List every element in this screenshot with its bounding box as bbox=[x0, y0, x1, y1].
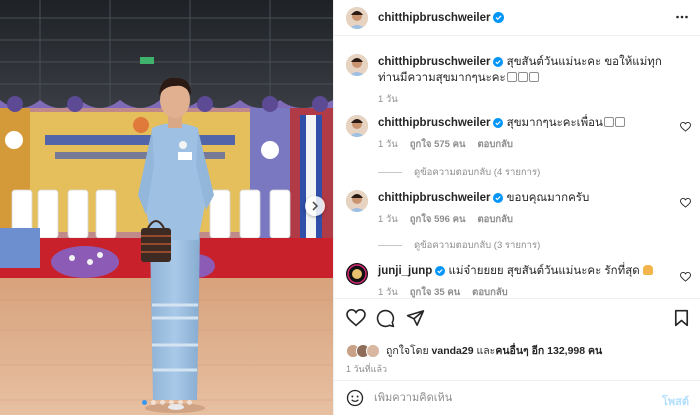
comment-username[interactable]: chitthipbruschweiler bbox=[378, 192, 490, 204]
view-replies-label: ดูข้อความตอบกลับ (4 รายการ) bbox=[414, 167, 541, 178]
comment-time: 1 วัน bbox=[378, 214, 398, 225]
comment-time: 1 วัน bbox=[378, 287, 398, 298]
view-replies-button[interactable]: ดูข้อความตอบกลับ (3 รายการ) bbox=[378, 238, 540, 253]
view-replies-label: ดูข้อความตอบกลับ (3 รายการ) bbox=[414, 240, 541, 251]
verified-icon bbox=[493, 57, 504, 67]
comment-text: ขอบคุณมากครับ bbox=[506, 192, 590, 204]
comment-username[interactable]: junji_junp bbox=[378, 265, 432, 277]
post-actions: ถูกใจโดย vanda29 และ คนอื่นๆ อีก 132,998 … bbox=[334, 298, 700, 380]
heart-icon[interactable] bbox=[680, 272, 691, 282]
post-header: chitthipbruschweiler bbox=[334, 0, 700, 36]
verified-icon bbox=[435, 266, 446, 276]
comment-likes[interactable]: ถูกใจ 596 คน bbox=[410, 212, 466, 228]
divider bbox=[378, 245, 402, 246]
view-replies-button[interactable]: ดูข้อความตอบกลับ (4 รายการ) bbox=[378, 165, 540, 180]
comment-time: 1 วัน bbox=[378, 94, 398, 105]
carousel-dot bbox=[141, 400, 147, 405]
heart-icon[interactable] bbox=[346, 309, 366, 327]
likes-others[interactable]: คนอื่นๆ อีก 132,998 คน bbox=[495, 342, 602, 359]
carousel-indicator bbox=[0, 400, 333, 405]
carousel-dot bbox=[150, 400, 156, 405]
commenter-avatar[interactable] bbox=[346, 190, 368, 212]
emoji-icon bbox=[614, 117, 625, 127]
likes-middle: และ bbox=[476, 345, 496, 357]
emoji-icon bbox=[603, 117, 614, 127]
post-panel: chitthipbruschweiler chitthipbruschweile… bbox=[333, 0, 700, 415]
emoji-icon bbox=[517, 72, 528, 82]
comment-likes[interactable]: ถูกใจ 575 คน bbox=[410, 137, 466, 153]
emoji-icon[interactable] bbox=[346, 389, 364, 407]
emoji-icon bbox=[528, 72, 539, 82]
commenter-avatar[interactable] bbox=[346, 263, 368, 285]
comment-icon[interactable] bbox=[376, 309, 395, 328]
verified-icon bbox=[493, 193, 504, 203]
carousel-dot bbox=[177, 400, 183, 405]
verified-icon bbox=[493, 118, 504, 128]
carousel-dot bbox=[168, 400, 174, 405]
chevron-right-icon bbox=[312, 201, 319, 211]
post-media[interactable] bbox=[0, 0, 333, 415]
more-icon[interactable] bbox=[675, 10, 689, 24]
carousel-dot bbox=[159, 400, 165, 405]
liker-username[interactable]: vanda29 bbox=[432, 345, 474, 357]
post-comment-button[interactable]: โพสต์ bbox=[662, 392, 689, 410]
likes-prefix: ถูกใจโดย bbox=[386, 345, 429, 357]
verified-icon bbox=[493, 12, 505, 23]
comments-list: chitthipbruschweiler สุขสันต์วันแม่นะคะ … bbox=[334, 36, 700, 298]
share-icon[interactable] bbox=[406, 309, 425, 327]
reply-button[interactable]: ตอบกลับ bbox=[477, 212, 513, 228]
comment-username[interactable]: chitthipbruschweiler bbox=[378, 117, 490, 129]
posted-time: 1 วันที่แล้ว bbox=[346, 364, 388, 374]
carousel-dot bbox=[186, 400, 192, 405]
likes-summary[interactable]: ถูกใจโดย vanda29 และ คนอื่นๆ อีก 132,998 … bbox=[346, 342, 602, 359]
divider bbox=[378, 172, 402, 173]
bookmark-icon[interactable] bbox=[674, 309, 689, 327]
caption: chitthipbruschweiler สุขสันต์วันแม่นะคะ … bbox=[346, 54, 678, 108]
post-photo bbox=[0, 0, 333, 415]
comment-input[interactable] bbox=[374, 392, 634, 404]
author-avatar[interactable] bbox=[346, 54, 368, 76]
commenter-avatar[interactable] bbox=[346, 115, 368, 137]
comment-time: 1 วัน bbox=[378, 139, 398, 150]
comment-username[interactable]: chitthipbruschweiler bbox=[378, 56, 490, 68]
liker-avatars bbox=[346, 343, 380, 358]
heart-icon[interactable] bbox=[680, 198, 691, 208]
comment: chitthipbruschweiler ขอบคุณมากครับ 1 วัน… bbox=[346, 190, 678, 228]
next-slide-button[interactable] bbox=[305, 196, 325, 216]
author-username[interactable]: chitthipbruschweiler bbox=[378, 12, 490, 24]
emoji-icon bbox=[506, 72, 517, 82]
author-avatar[interactable] bbox=[346, 6, 368, 29]
comment-text: สุขมากๆนะคะเพื่อน bbox=[506, 117, 603, 129]
comment: junji_junp แม่จ๋ายยยย สุขสันต์วันแม่นะคะ… bbox=[346, 263, 678, 298]
emoji-icon bbox=[642, 265, 653, 275]
reply-button[interactable]: ตอบกลับ bbox=[472, 285, 508, 298]
comment-text: แม่จ๋ายยยย สุขสันต์วันแม่นะคะ รักที่สุด bbox=[448, 265, 640, 277]
heart-icon[interactable] bbox=[680, 122, 691, 132]
comment-composer: โพสต์ bbox=[334, 380, 700, 415]
comment-likes[interactable]: ถูกใจ 35 คน bbox=[410, 285, 460, 298]
comment: chitthipbruschweiler สุขมากๆนะคะเพื่อน 1… bbox=[346, 115, 678, 153]
avatar bbox=[366, 343, 380, 358]
instagram-post: chitthipbruschweiler chitthipbruschweile… bbox=[0, 0, 700, 415]
reply-button[interactable]: ตอบกลับ bbox=[477, 137, 513, 153]
